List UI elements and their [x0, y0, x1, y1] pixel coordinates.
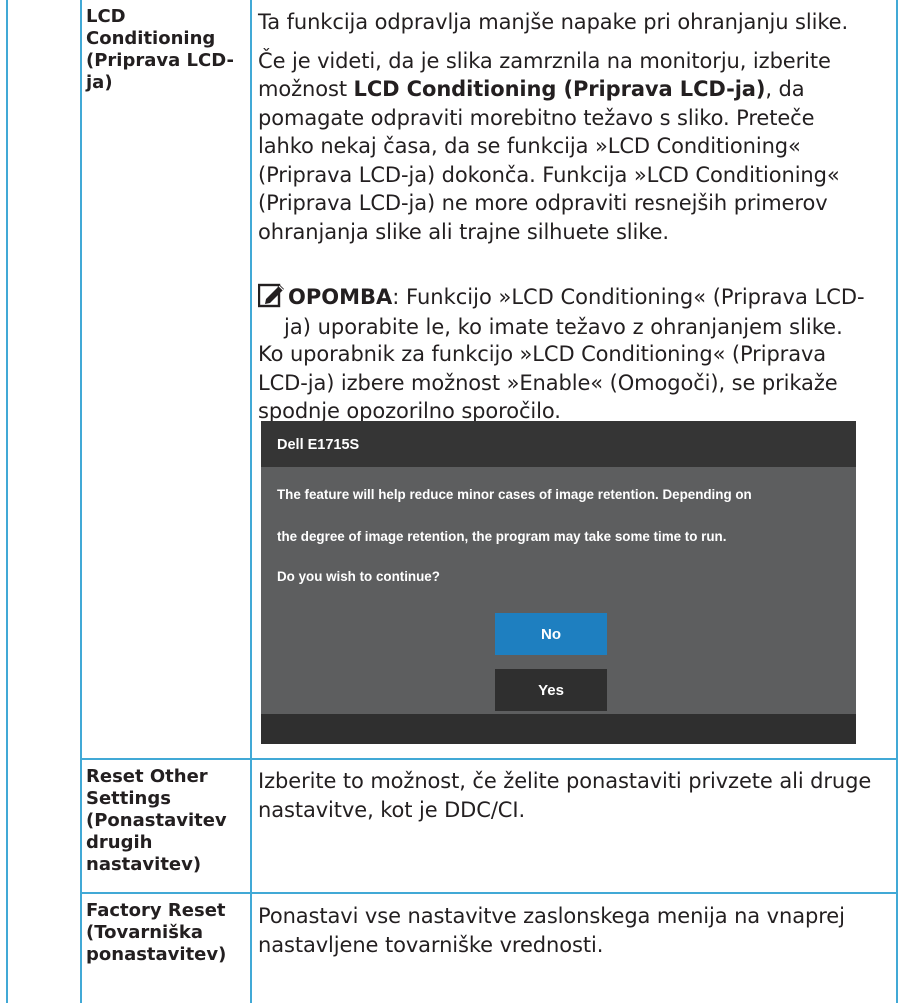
factory-reset-description: Ponastavi vse nastavitve zaslonskega men…: [258, 902, 898, 959]
no-button[interactable]: No: [495, 613, 607, 655]
dialog-header: Dell E1715S: [261, 421, 856, 467]
column-divider-1: [80, 0, 82, 1003]
note-line-2: ja) uporabite le, ko imate težavo z ohra…: [284, 315, 843, 339]
row-label-line: LCD: [86, 6, 126, 27]
paragraph-1: Ta funkcija odpravlja manjše napake pri …: [258, 10, 849, 34]
row-label-line: drugih: [86, 832, 153, 853]
paragraph-3-line: LCD-ja) izbere možnost »Enable« (Omogoči…: [258, 370, 838, 395]
row-divider-2: [80, 892, 898, 894]
paragraph-2-line: Če je videti, da je slika zamrznila na m…: [258, 48, 831, 73]
paragraph-2-line: pomagate odpraviti morebitno težavo s sl…: [258, 105, 815, 130]
reset-other-settings-description: Izberite to možnost, če želite ponastavi…: [258, 767, 898, 824]
dialog-message-line-2: the degree of image retention, the progr…: [277, 529, 727, 544]
row-label-lcd-conditioning: LCD Conditioning (Priprava LCD- ja): [86, 6, 246, 94]
row-label-line: (Tovarniška: [86, 922, 204, 943]
row-label-line: ponastavitev): [86, 944, 227, 965]
description-line: nastavitve, kot je DDC/CI.: [258, 797, 526, 822]
description-line: Ponastavi vse nastavitve zaslonskega men…: [258, 904, 845, 928]
row-label-line: Conditioning: [86, 28, 216, 49]
note-title: OPOMBA: [288, 285, 393, 309]
note-line-1: OPOMBA: Funkcijo »LCD Conditioning« (Pri…: [258, 282, 898, 312]
lcd-conditioning-option-name: LCD Conditioning (Priprava LCD-ja): [353, 77, 766, 101]
row-label-line: ja): [86, 72, 113, 93]
paragraph-2-line: (Priprava LCD-ja) dokonča. Funkcija »LCD…: [258, 162, 840, 187]
dialog-title: Dell E1715S: [277, 437, 360, 453]
dialog-question: Do you wish to continue?: [277, 569, 440, 584]
paragraph-3-line: Ko uporabnik za funkcijo »LCD Conditioni…: [258, 342, 827, 366]
paragraph-2-line-bold: možnost LCD Conditioning (Priprava LCD-j…: [258, 75, 898, 104]
description-line: Izberite to možnost, če želite ponastavi…: [258, 769, 872, 793]
dialog-message-line-1: The feature will help reduce minor cases…: [277, 487, 752, 502]
paragraph-2-text: , da: [765, 77, 805, 101]
lcd-conditioning-description: Ta funkcija odpravlja manjše napake pri …: [258, 8, 898, 246]
row-divider-1: [80, 758, 898, 760]
paragraph-2-line: (Priprava LCD-ja) ne more odpraviti resn…: [258, 191, 828, 215]
description-line: nastavljene tovarniške vrednosti.: [258, 932, 604, 957]
row-label-line: Settings: [86, 788, 171, 809]
paragraph-3: Ko uporabnik za funkcijo »LCD Conditioni…: [258, 340, 898, 426]
row-label-line: Factory Reset: [86, 900, 226, 921]
row-label-factory-reset: Factory Reset (Tovarniška ponastavitev): [86, 900, 246, 966]
row-label-line: Reset Other: [86, 766, 208, 787]
paragraph-2-text: možnost: [258, 77, 354, 101]
yes-button[interactable]: Yes: [495, 669, 607, 711]
column-divider-2: [250, 0, 252, 1003]
dialog-footer: [261, 714, 856, 744]
row-label-line: (Ponastavitev: [86, 810, 227, 831]
pencil-note-icon: [258, 283, 284, 308]
note-block: OPOMBA: Funkcijo »LCD Conditioning« (Pri…: [258, 282, 898, 342]
note-text: : Funkcijo »LCD Conditioning« (Priprava …: [392, 285, 865, 309]
row-label-line: nastavitev): [86, 854, 202, 875]
row-label-reset-other-settings: Reset Other Settings (Ponastavitev drugi…: [86, 766, 246, 876]
warning-dialog: Dell E1715S The feature will help reduce…: [261, 421, 856, 744]
row-label-line: (Priprava LCD-: [86, 50, 234, 71]
paragraph-2-line: lahko nekaj časa, da se funkcija »LCD Co…: [258, 134, 801, 158]
paragraph-2-line: ohranjanja slike ali trajne silhuete sli…: [258, 219, 669, 244]
